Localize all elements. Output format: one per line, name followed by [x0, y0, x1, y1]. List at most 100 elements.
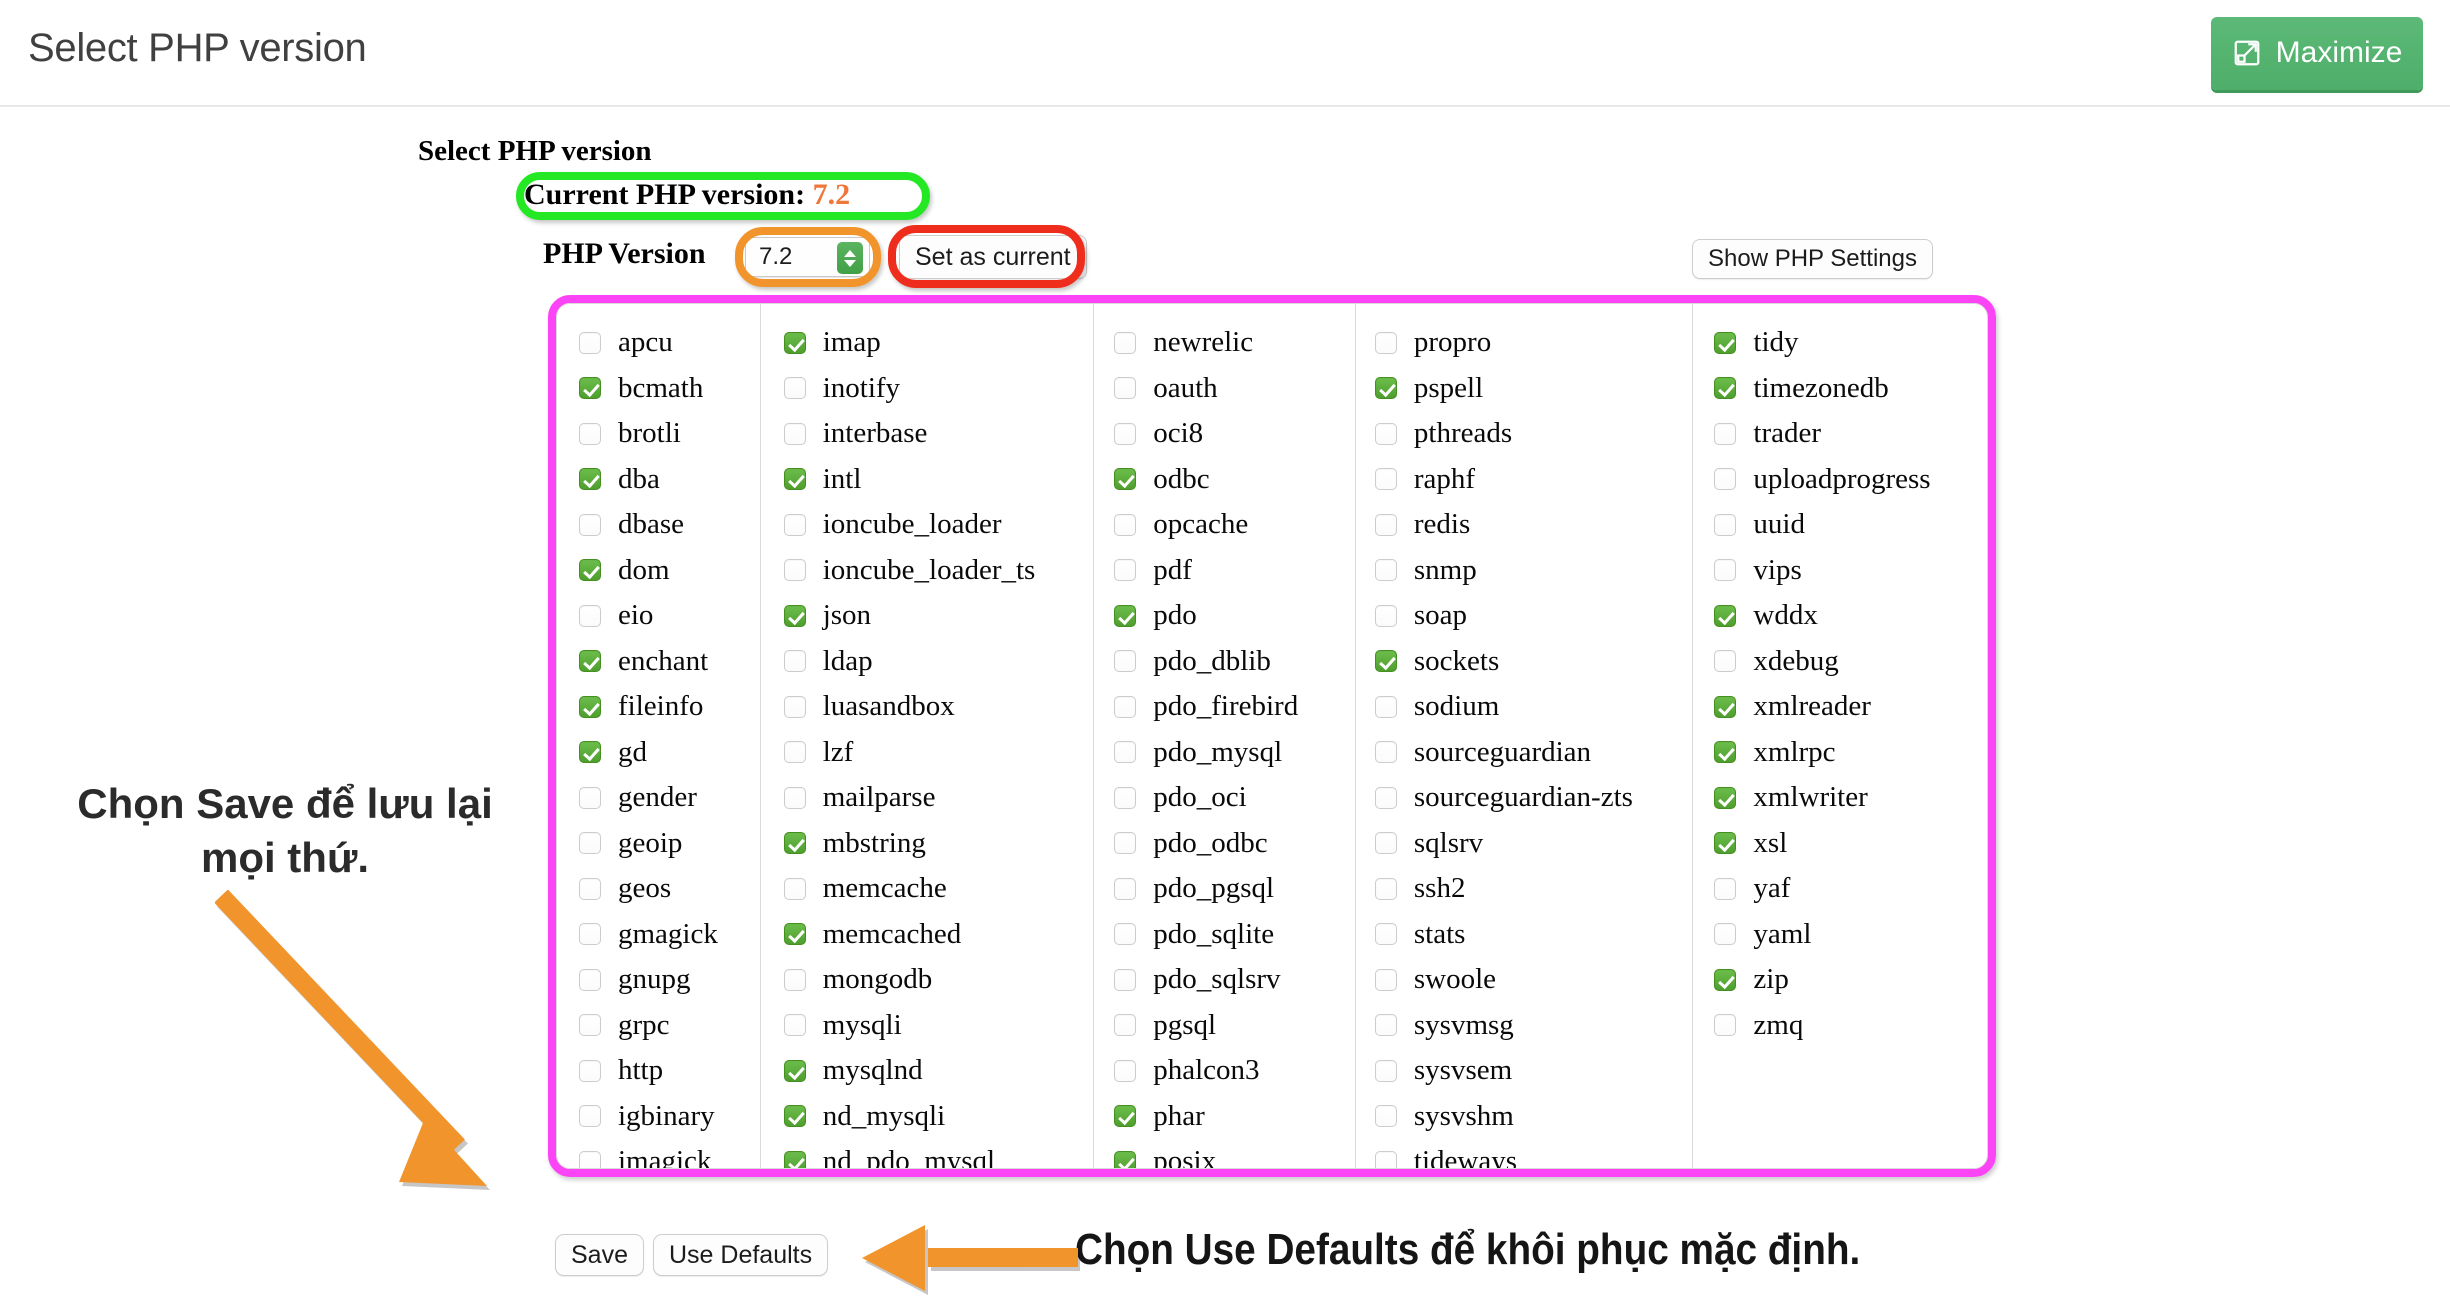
extension-item-raphf[interactable]: raphf [1374, 457, 1693, 503]
checkbox-pdo[interactable] [1114, 604, 1137, 627]
checkbox-raphf[interactable] [1374, 468, 1397, 491]
checkbox-memcache[interactable] [783, 877, 806, 900]
extension-item-gd[interactable]: gd [579, 730, 760, 776]
checkbox-sourceguardian[interactable] [1374, 741, 1397, 764]
extension-item-pdo_odbc[interactable]: pdo_odbc [1114, 821, 1355, 867]
extension-item-posix[interactable]: posix [1114, 1139, 1355, 1168]
extension-item-wddx[interactable]: wddx [1714, 593, 1987, 639]
checkbox-sysvsem[interactable] [1374, 1059, 1397, 1082]
checkbox-imap[interactable] [783, 331, 806, 354]
extension-item-pdo_pgsql[interactable]: pdo_pgsql [1114, 866, 1355, 912]
checkbox-interbase[interactable] [783, 422, 806, 445]
extension-item-newrelic[interactable]: newrelic [1114, 320, 1355, 366]
extension-item-sockets[interactable]: sockets [1374, 639, 1693, 685]
checkbox-pdo_firebird[interactable] [1114, 695, 1137, 718]
extension-item-luasandbox[interactable]: luasandbox [783, 684, 1094, 730]
extension-item-stats[interactable]: stats [1374, 912, 1693, 958]
checkbox-bcmath[interactable] [579, 377, 601, 400]
checkbox-lzf[interactable] [783, 741, 806, 764]
extension-item-memcached[interactable]: memcached [783, 912, 1094, 958]
checkbox-geoip[interactable] [579, 832, 601, 855]
checkbox-redis[interactable] [1374, 513, 1397, 536]
checkbox-wddx[interactable] [1714, 604, 1737, 627]
checkbox-mongodb[interactable] [783, 968, 806, 991]
extension-item-tideways[interactable]: tideways [1374, 1139, 1693, 1168]
checkbox-pdo_sqlite[interactable] [1114, 923, 1137, 946]
checkbox-brotli[interactable] [579, 422, 601, 445]
extension-item-inotify[interactable]: inotify [783, 366, 1094, 412]
extension-item-oci8[interactable]: oci8 [1114, 411, 1355, 457]
extension-item-uploadprogress[interactable]: uploadprogress [1714, 457, 1987, 503]
extension-item-sourceguardian-zts[interactable]: sourceguardian-zts [1374, 775, 1693, 821]
checkbox-pgsql[interactable] [1114, 1014, 1137, 1037]
checkbox-ssh2[interactable] [1374, 877, 1397, 900]
extension-item-mbstring[interactable]: mbstring [783, 821, 1094, 867]
extension-item-pdo_firebird[interactable]: pdo_firebird [1114, 684, 1355, 730]
checkbox-xmlwriter[interactable] [1714, 786, 1737, 809]
checkbox-yaml[interactable] [1714, 923, 1737, 946]
extension-item-gender[interactable]: gender [579, 775, 760, 821]
checkbox-pdo_odbc[interactable] [1114, 832, 1137, 855]
extension-item-pthreads[interactable]: pthreads [1374, 411, 1693, 457]
checkbox-propro[interactable] [1374, 331, 1397, 354]
extension-item-ssh2[interactable]: ssh2 [1374, 866, 1693, 912]
checkbox-pdo_dblib[interactable] [1114, 650, 1137, 673]
extension-item-ioncube_loader[interactable]: ioncube_loader [783, 502, 1094, 548]
extension-item-xmlwriter[interactable]: xmlwriter [1714, 775, 1987, 821]
extension-item-pdf[interactable]: pdf [1114, 548, 1355, 594]
extension-item-sysvmsg[interactable]: sysvmsg [1374, 1003, 1693, 1049]
checkbox-dom[interactable] [579, 559, 601, 582]
extension-item-mysqlnd[interactable]: mysqlnd [783, 1048, 1094, 1094]
extension-item-oauth[interactable]: oauth [1114, 366, 1355, 412]
show-php-settings-button[interactable]: Show PHP Settings [1692, 239, 1934, 279]
extension-item-ldap[interactable]: ldap [783, 639, 1094, 685]
extension-item-geoip[interactable]: geoip [579, 821, 760, 867]
extension-item-yaml[interactable]: yaml [1714, 912, 1987, 958]
checkbox-tideways[interactable] [1374, 1150, 1397, 1168]
extension-item-pspell[interactable]: pspell [1374, 366, 1693, 412]
extension-item-trader[interactable]: trader [1714, 411, 1987, 457]
extension-item-nd_mysqli[interactable]: nd_mysqli [783, 1094, 1094, 1140]
checkbox-opcache[interactable] [1114, 513, 1137, 536]
checkbox-memcached[interactable] [783, 923, 806, 946]
checkbox-xdebug[interactable] [1714, 650, 1737, 673]
checkbox-luasandbox[interactable] [783, 695, 806, 718]
checkbox-geos[interactable] [579, 877, 601, 900]
checkbox-xsl[interactable] [1714, 832, 1737, 855]
extension-item-pgsql[interactable]: pgsql [1114, 1003, 1355, 1049]
checkbox-enchant[interactable] [579, 650, 601, 673]
php-version-select[interactable]: 7.2 [745, 237, 870, 277]
checkbox-mysqli[interactable] [783, 1014, 806, 1037]
extension-item-sodium[interactable]: sodium [1374, 684, 1693, 730]
extension-item-lzf[interactable]: lzf [783, 730, 1094, 776]
checkbox-mailparse[interactable] [783, 786, 806, 809]
extension-item-igbinary[interactable]: igbinary [579, 1094, 760, 1140]
checkbox-newrelic[interactable] [1114, 331, 1137, 354]
checkbox-snmp[interactable] [1374, 559, 1397, 582]
checkbox-gmagick[interactable] [579, 923, 601, 946]
checkbox-pspell[interactable] [1374, 377, 1397, 400]
checkbox-gnupg[interactable] [579, 968, 601, 991]
checkbox-phar[interactable] [1114, 1105, 1137, 1128]
extension-item-dom[interactable]: dom [579, 548, 760, 594]
checkbox-zip[interactable] [1714, 968, 1737, 991]
extension-item-pdo_sqlite[interactable]: pdo_sqlite [1114, 912, 1355, 958]
checkbox-yaf[interactable] [1714, 877, 1737, 900]
checkbox-stats[interactable] [1374, 923, 1397, 946]
extension-item-mongodb[interactable]: mongodb [783, 957, 1094, 1003]
extension-item-odbc[interactable]: odbc [1114, 457, 1355, 503]
checkbox-ioncube_loader_ts[interactable] [783, 559, 806, 582]
checkbox-pdo_sqlsrv[interactable] [1114, 968, 1137, 991]
extension-item-sysvsem[interactable]: sysvsem [1374, 1048, 1693, 1094]
extension-item-tidy[interactable]: tidy [1714, 320, 1987, 366]
extension-item-json[interactable]: json [783, 593, 1094, 639]
checkbox-ioncube_loader[interactable] [783, 513, 806, 536]
checkbox-gender[interactable] [579, 786, 601, 809]
checkbox-trader[interactable] [1714, 422, 1737, 445]
extension-item-uuid[interactable]: uuid [1714, 502, 1987, 548]
checkbox-tidy[interactable] [1714, 331, 1737, 354]
checkbox-http[interactable] [579, 1059, 601, 1082]
extension-item-xmlreader[interactable]: xmlreader [1714, 684, 1987, 730]
extension-item-opcache[interactable]: opcache [1114, 502, 1355, 548]
extension-item-pdo_sqlsrv[interactable]: pdo_sqlsrv [1114, 957, 1355, 1003]
